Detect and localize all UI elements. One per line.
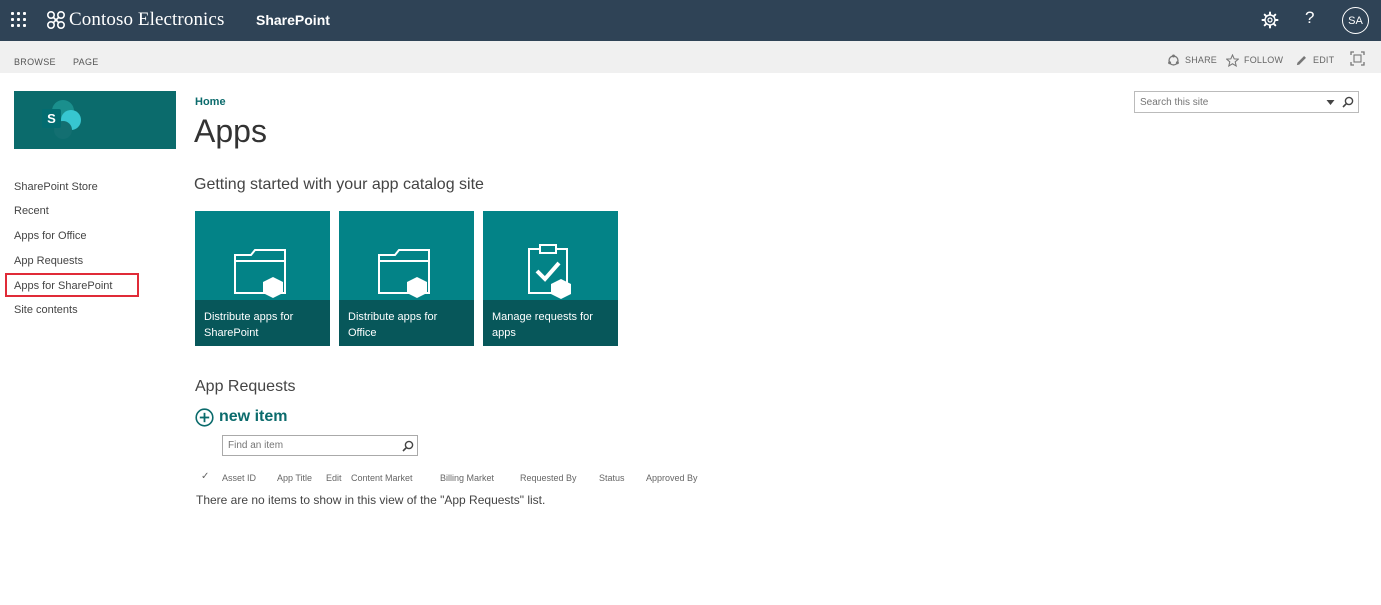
pencil-icon xyxy=(1296,55,1306,65)
column-header-asset-id[interactable]: Asset ID xyxy=(222,473,256,483)
add-circle-icon xyxy=(195,407,214,427)
follow-button[interactable]: FOLLOW xyxy=(1226,53,1283,67)
settings-gear-icon[interactable] xyxy=(1260,10,1280,30)
tile-distribute-apps-sharepoint[interactable]: Distribute apps for SharePoint xyxy=(195,211,330,346)
svg-text:S: S xyxy=(47,111,56,126)
column-header-billing-market[interactable]: Billing Market xyxy=(440,473,494,483)
share-label: SHARE xyxy=(1185,55,1218,65)
share-icon xyxy=(1168,54,1179,66)
find-item-input[interactable] xyxy=(223,436,393,455)
contoso-logo-icon xyxy=(46,10,66,30)
folder-app-icon xyxy=(234,249,286,298)
nav-item-sharepoint-store[interactable]: SharePoint Store xyxy=(14,181,98,193)
select-all-checkmark-icon[interactable]: ✓ xyxy=(201,471,209,482)
new-item-label: new item xyxy=(219,408,288,425)
site-search-input[interactable] xyxy=(1135,92,1320,112)
tile-label: Distribute apps for SharePoint xyxy=(204,311,294,339)
brand-name: Contoso Electronics xyxy=(69,9,225,30)
nav-item-apps-for-office[interactable]: Apps for Office xyxy=(14,230,87,242)
tab-browse[interactable]: BROWSE xyxy=(14,57,56,67)
folder-app-icon xyxy=(378,249,430,298)
search-scope-dropdown-icon[interactable] xyxy=(1326,98,1335,107)
star-icon xyxy=(1226,53,1239,67)
page-title: Apps xyxy=(194,113,267,149)
tile-label: Manage requests for apps xyxy=(492,311,593,339)
find-item-box xyxy=(222,435,418,456)
app-launcher-icon[interactable] xyxy=(11,12,27,28)
site-logo[interactable]: S xyxy=(14,91,176,149)
ribbon-bar: BROWSE PAGE SHARE FOLLOW EDIT xyxy=(0,41,1381,73)
share-button[interactable]: SHARE xyxy=(1167,53,1217,67)
app-requests-heading: App Requests xyxy=(195,378,296,395)
nav-item-recent[interactable]: Recent xyxy=(14,205,49,217)
brand-logo[interactable]: Contoso Electronics xyxy=(46,8,224,32)
column-header-requested-by[interactable]: Requested By xyxy=(520,473,577,483)
user-avatar[interactable]: SA xyxy=(1342,7,1369,34)
tile-manage-requests[interactable]: Manage requests for apps xyxy=(483,211,618,346)
column-header-content-market[interactable]: Content Market xyxy=(351,473,413,483)
follow-label: FOLLOW xyxy=(1244,55,1284,65)
tile-distribute-apps-office[interactable]: Distribute apps for Office xyxy=(339,211,474,346)
getting-started-heading: Getting started with your app catalog si… xyxy=(194,176,484,193)
column-header-edit[interactable]: Edit xyxy=(326,473,342,483)
search-icon[interactable] xyxy=(1342,96,1354,108)
site-search-box xyxy=(1134,91,1359,113)
nav-item-app-requests[interactable]: App Requests xyxy=(14,255,83,267)
search-icon[interactable] xyxy=(402,440,414,452)
breadcrumb-home[interactable]: Home xyxy=(195,96,226,108)
sharepoint-logo-icon: S xyxy=(42,100,81,139)
tab-page[interactable]: PAGE xyxy=(73,57,99,67)
nav-item-apps-for-sharepoint[interactable]: Apps for SharePoint xyxy=(14,280,112,292)
column-header-approved-by[interactable]: Approved By xyxy=(646,473,698,483)
nav-item-site-contents[interactable]: Site contents xyxy=(14,304,78,316)
app-name[interactable]: SharePoint xyxy=(256,12,330,28)
tile-label: Distribute apps for Office xyxy=(348,311,438,339)
edit-label: EDIT xyxy=(1313,55,1335,65)
new-item-button[interactable]: new item xyxy=(195,406,287,428)
column-header-app-title[interactable]: App Title xyxy=(277,473,312,483)
column-header-status[interactable]: Status xyxy=(599,473,625,483)
empty-list-message: There are no items to show in this view … xyxy=(196,493,546,507)
focus-mode-icon[interactable] xyxy=(1350,51,1365,66)
suite-bar: Contoso Electronics SharePoint ? SA xyxy=(0,0,1381,41)
edit-button[interactable]: EDIT xyxy=(1295,53,1334,67)
clipboard-check-icon xyxy=(528,244,571,299)
help-icon[interactable]: ? xyxy=(1305,8,1314,28)
